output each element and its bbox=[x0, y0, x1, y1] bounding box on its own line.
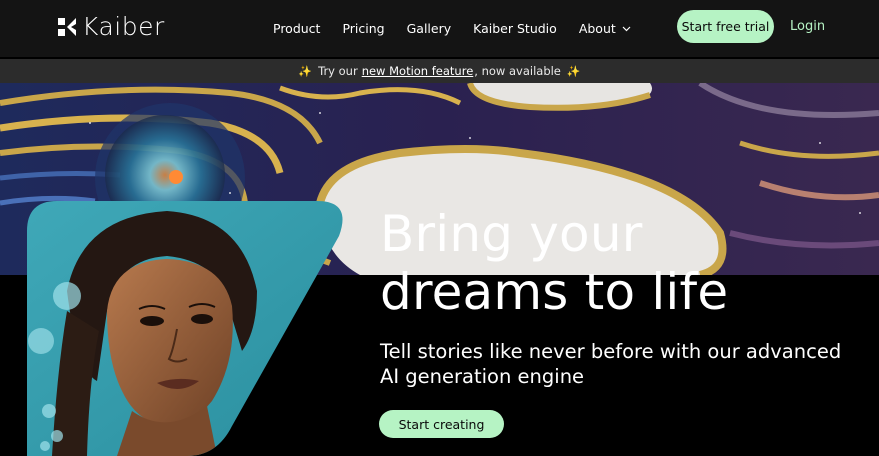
hero-portrait-image bbox=[27, 201, 357, 456]
headline-line-1: Bring your bbox=[380, 205, 643, 263]
nav-kaiber-studio[interactable]: Kaiber Studio bbox=[473, 21, 557, 36]
brand-name: Kaiber bbox=[82, 12, 165, 41]
hero-headline: Bring your dreams to life bbox=[380, 205, 728, 321]
sparkle-icon: ✨ bbox=[298, 64, 313, 78]
nav-about-label: About bbox=[578, 21, 616, 36]
start-creating-button[interactable]: Start creating bbox=[379, 410, 504, 438]
sparkle-icon: ✨ bbox=[566, 64, 581, 78]
top-nav: Kaiber Product Pricing Gallery Kaiber St… bbox=[0, 0, 879, 57]
chevron-down-icon bbox=[622, 26, 631, 31]
hero-subtitle: Tell stories like never before with our … bbox=[380, 340, 842, 388]
nav-gallery[interactable]: Gallery bbox=[407, 21, 452, 36]
start-free-trial-button[interactable]: Start free trial bbox=[677, 10, 774, 43]
main-menu: Product Pricing Gallery Kaiber Studio Ab… bbox=[273, 0, 653, 57]
motion-feature-link[interactable]: new Motion feature bbox=[362, 64, 474, 78]
kaiber-mark-icon bbox=[58, 18, 76, 36]
portrait-art bbox=[27, 201, 343, 456]
headline-line-2: dreams to life bbox=[380, 263, 729, 321]
nav-product[interactable]: Product bbox=[273, 21, 320, 36]
nav-pricing[interactable]: Pricing bbox=[342, 21, 384, 36]
announcement-banner: ✨ Try our new Motion feature , now avail… bbox=[0, 59, 879, 83]
banner-suffix: , now available bbox=[474, 64, 561, 78]
nav-about[interactable]: About bbox=[579, 21, 631, 36]
kaiber-logo[interactable]: Kaiber bbox=[56, 14, 165, 40]
banner-prefix: Try our bbox=[318, 64, 358, 78]
login-link[interactable]: Login bbox=[790, 19, 825, 34]
